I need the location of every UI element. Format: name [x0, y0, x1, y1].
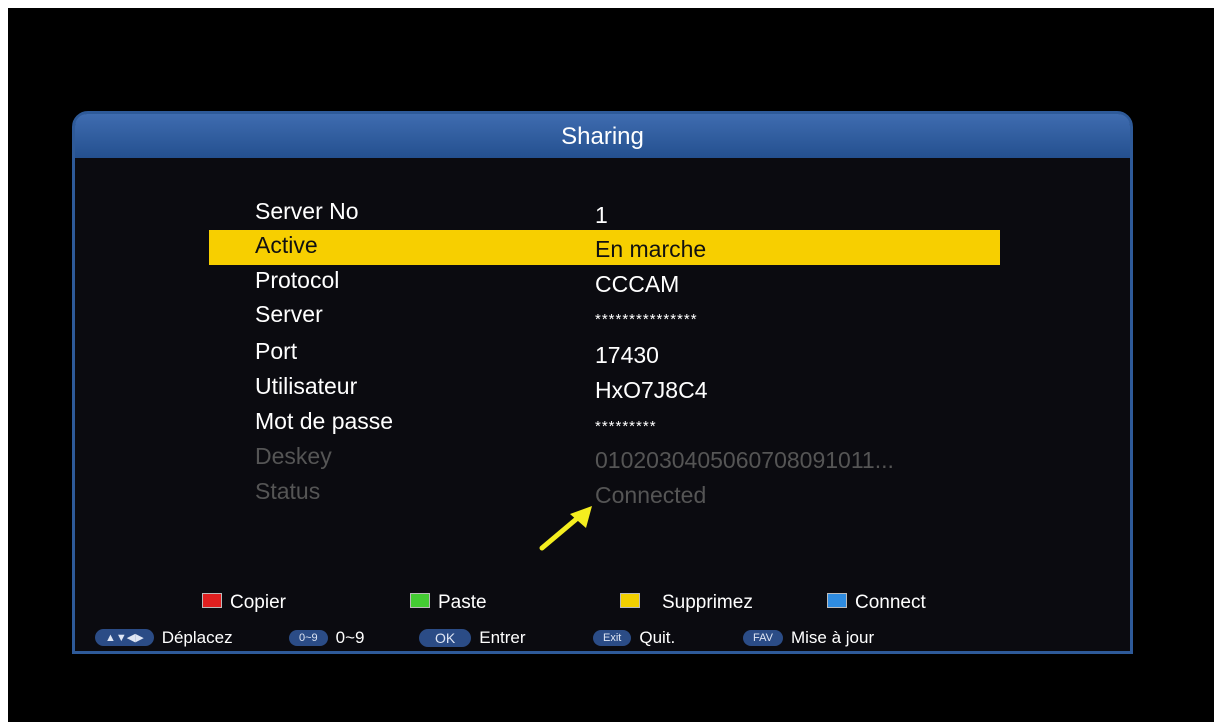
field-label: Protocol	[255, 267, 340, 293]
annotation-arrow-icon	[539, 506, 592, 551]
hint-label: Copier	[230, 592, 286, 613]
yellow-key-icon	[620, 593, 640, 609]
sharing-dialog: Sharing Server No 1 Active En marche Pro…	[72, 111, 1133, 654]
blue-key-icon	[827, 593, 847, 609]
field-label: Port	[255, 338, 298, 364]
hint-label: Supprimez	[662, 592, 753, 613]
field-label: Active	[255, 232, 318, 258]
field-value: 0102030405060708091011...	[595, 447, 894, 473]
field-value: 1	[595, 202, 608, 228]
arrows-key-icon: ▲▼◀▶	[95, 629, 154, 647]
red-key-icon	[202, 593, 222, 609]
nav-hint-digits: 0~9 0~9	[289, 628, 365, 648]
field-label: Deskey	[255, 443, 332, 469]
green-key-icon	[410, 593, 430, 609]
field-label: Status	[255, 478, 321, 504]
field-value: ***************	[595, 311, 698, 328]
field-value: 17430	[595, 342, 659, 368]
field-row-port[interactable]: Port 17430	[75, 336, 1130, 370]
nav-hint-ok: OK Entrer	[419, 628, 526, 648]
field-label: Server	[255, 301, 323, 327]
field-label: Utilisateur	[255, 373, 358, 399]
ok-key-icon: OK	[419, 628, 472, 647]
nav-hint-exit: Exit Quit.	[593, 628, 675, 648]
dialog-title: Sharing	[75, 114, 1130, 158]
field-value: HxO7J8C4	[595, 377, 708, 403]
nav-hint-move: ▲▼◀▶ Déplacez	[95, 628, 233, 648]
fav-key-icon: FAV	[743, 629, 783, 646]
red-key-hint[interactable]: Copier	[202, 592, 286, 614]
exit-key-icon: Exit	[593, 629, 632, 646]
hint-label: Paste	[438, 592, 487, 613]
digits-key-icon: 0~9	[289, 629, 328, 646]
green-key-hint[interactable]: Paste	[410, 592, 487, 614]
nav-hint-label: Déplacez	[161, 628, 233, 647]
field-row-deskey: Deskey 0102030405060708091011...	[75, 441, 1130, 475]
field-label: Mot de passe	[255, 408, 394, 434]
field-row-active[interactable]: Active En marche	[75, 230, 1130, 264]
field-row-utilisateur[interactable]: Utilisateur HxO7J8C4	[75, 371, 1130, 405]
hint-label: Connect	[855, 592, 926, 613]
field-row-mot-de-passe[interactable]: Mot de passe *********	[75, 406, 1130, 440]
tv-screen: Sharing Server No 1 Active En marche Pro…	[8, 8, 1214, 722]
field-row-server[interactable]: Server ***************	[75, 299, 1130, 333]
nav-hint-fav: FAV Mise à jour	[743, 628, 874, 648]
field-row-server-no[interactable]: Server No 1	[75, 196, 1130, 230]
nav-hint-label: Mise à jour	[790, 628, 875, 647]
yellow-key-hint[interactable]: Supprimez	[620, 592, 753, 614]
field-label: Server No	[255, 198, 359, 224]
field-value: Connected	[595, 482, 707, 508]
nav-hint-label: Entrer	[479, 628, 526, 647]
nav-hint-label: Quit.	[639, 628, 676, 647]
field-value: *********	[595, 418, 657, 435]
nav-hint-label: 0~9	[335, 628, 365, 647]
field-value: CCCAM	[595, 271, 680, 297]
blue-key-hint[interactable]: Connect	[827, 592, 926, 614]
field-row-protocol[interactable]: Protocol CCCAM	[75, 265, 1130, 299]
field-value: En marche	[595, 236, 707, 262]
